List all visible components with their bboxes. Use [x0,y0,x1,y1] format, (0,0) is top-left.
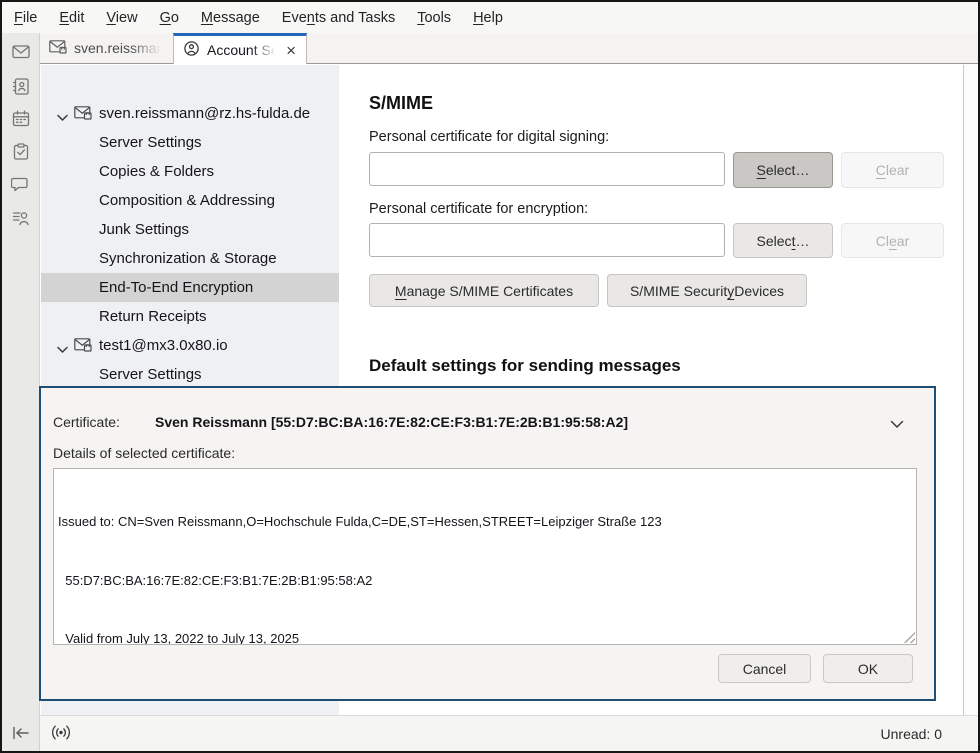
tab-account-settings[interactable]: Account Se × [173,33,307,64]
menu-item-tools[interactable]: Tools [406,4,462,32]
select-encryption-button[interactable]: Select… [733,223,833,258]
scrollbar-track[interactable] [963,65,978,715]
clear-signing-button[interactable]: Clear [841,152,944,188]
tree-row-junk-settings[interactable]: Junk Settings [41,215,339,244]
certificate-select-dialog: Certificate: Sven Reissmann [55:D7:BC:BA… [39,386,936,701]
tab-label: Account Se [207,42,278,58]
tree-row-server-settings[interactable]: Server Settings [41,360,339,389]
mail-lock-icon [74,338,92,356]
tree-row-server-settings[interactable]: Server Settings [41,128,339,157]
menubar: File Edit View Go Message Events and Tas… [2,2,978,33]
tab-mail-account[interactable]: sven.reissman [40,33,173,63]
account-settings-icon [183,40,200,60]
tree-row-sync-storage[interactable]: Synchronization & Storage [41,244,339,273]
tree-row-copies-folders[interactable]: Copies & Folders [41,157,339,186]
tree-row-composition-addressing[interactable]: Composition & Addressing [41,186,339,215]
certificate-dropdown[interactable]: Sven Reissmann [55:D7:BC:BA:16:7E:82:CE:… [155,414,628,430]
chevron-down-icon[interactable] [57,109,68,126]
clear-encryption-button[interactable]: Clear [841,223,944,258]
accounts-icon[interactable] [2,204,39,230]
chevron-down-icon[interactable] [57,341,68,358]
sending-defaults-heading: Default settings for sending messages [369,356,681,376]
cancel-button[interactable]: Cancel [718,654,811,683]
mail-lock-icon [74,106,92,124]
details-line: 55:D7:BC:BA:16:7E:82:CE:F3:B1:7E:2B:B1:9… [58,571,912,591]
mail-lock-icon [49,40,67,57]
details-label: Details of selected certificate: [53,445,235,461]
certificate-details-box[interactable]: Issued to: CN=Sven Reissmann,O=Hochschul… [53,468,917,645]
status-bar: Unread: 0 [40,715,978,751]
menu-item-events-and-tasks[interactable]: Events and Tasks [271,4,406,32]
select-signing-button[interactable]: Select… [733,152,833,188]
encryption-cert-input[interactable] [369,223,725,257]
smime-heading: S/MIME [369,93,433,114]
details-line: Valid from July 13, 2022 to July 13, 202… [58,629,912,645]
menu-item-view[interactable]: View [95,4,148,32]
menu-item-file[interactable]: File [3,4,48,32]
tree-row-account[interactable]: sven.reissmann@rz.hs-fulda.de [41,99,339,128]
tree-row-end-to-end-encryption[interactable]: End-To-End Encryption [41,273,339,302]
unread-count: Unread: 0 [881,726,942,742]
signing-cert-label: Personal certificate for digital signing… [369,129,609,145]
chat-icon[interactable] [2,171,39,197]
collapse-spaces-icon[interactable] [2,721,39,745]
menu-item-go[interactable]: Go [149,4,190,32]
tab-label: sven.reissman [74,40,164,56]
encryption-cert-label: Personal certificate for encryption: [369,201,588,217]
broadcast-icon[interactable] [49,724,73,744]
spaces-toolbar [2,33,40,751]
tasks-icon[interactable] [2,138,39,164]
thunderbird-window: File Edit View Go Message Events and Tas… [0,0,980,753]
menu-item-help[interactable]: Help [462,4,514,32]
tree-row-return-receipts[interactable]: Return Receipts [41,302,339,331]
menu-item-message[interactable]: Message [190,4,271,32]
mail-space-icon[interactable] [2,38,39,64]
close-icon[interactable]: × [285,42,297,59]
details-line: Issued to: CN=Sven Reissmann,O=Hochschul… [58,512,912,532]
chevron-down-icon[interactable] [890,416,904,434]
calendar-icon[interactable] [2,105,39,131]
address-book-icon[interactable] [2,73,39,99]
tab-bar: sven.reissman Account Se × [40,33,978,64]
ok-button[interactable]: OK [823,654,913,683]
certificate-label: Certificate: [53,414,120,430]
security-devices-button[interactable]: S/MIME Security Devices [607,274,807,307]
manage-certificates-button[interactable]: Manage S/MIME Certificates [369,274,599,307]
menu-item-edit[interactable]: Edit [48,4,95,32]
signing-cert-input[interactable] [369,152,725,186]
tree-row-account[interactable]: test1@mx3.0x80.io [41,331,339,360]
